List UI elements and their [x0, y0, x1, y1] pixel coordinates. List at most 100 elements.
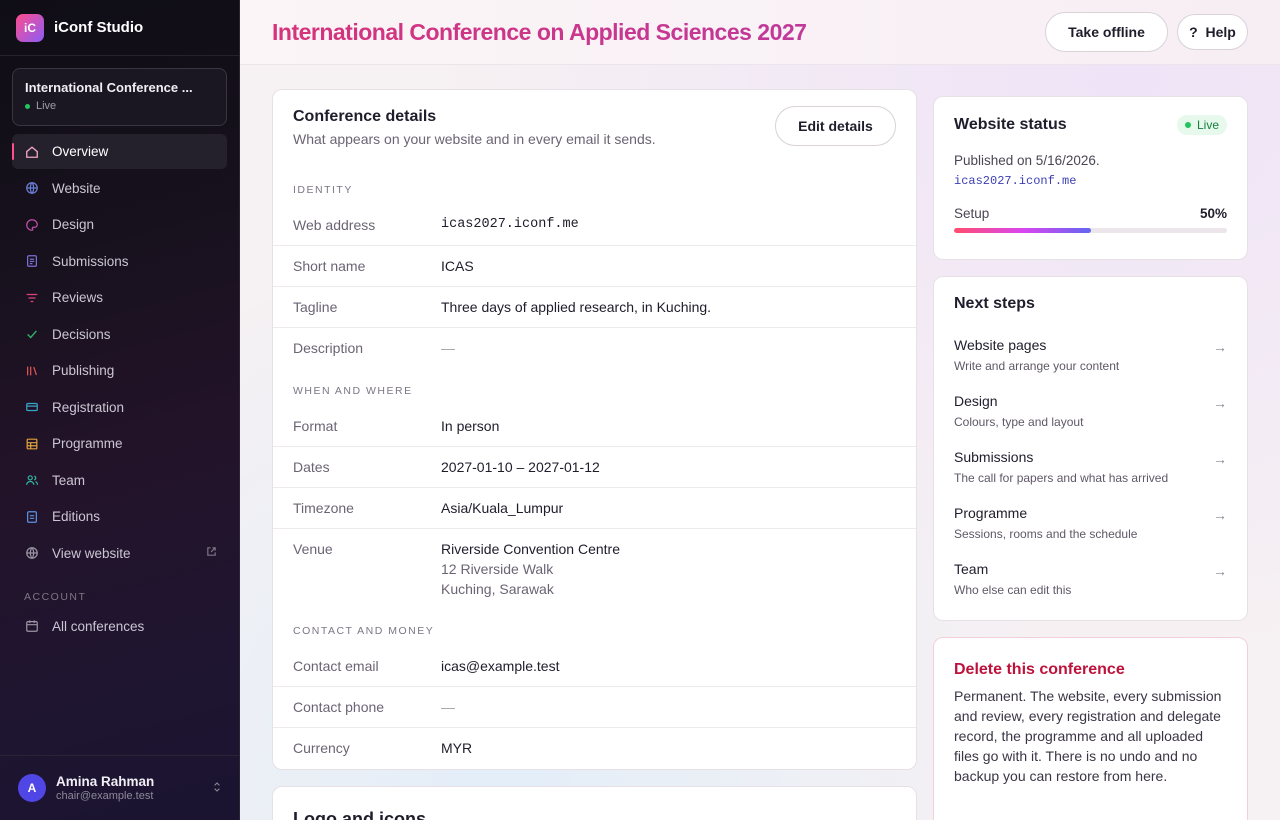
- sidebar-item-registration[interactable]: Registration: [12, 390, 227, 425]
- detail-row-timezone: Timezone Asia/Kuala_Lumpur: [273, 488, 916, 529]
- published-date: Published on 5/16/2026.: [954, 153, 1100, 168]
- website-url-link[interactable]: icas2027.iconf.me: [954, 174, 1227, 188]
- globe-icon: [24, 545, 40, 561]
- live-dot-icon: [1184, 122, 1191, 128]
- setup-label: Setup: [954, 206, 990, 221]
- sidebar-item-publishing[interactable]: Publishing: [12, 353, 227, 388]
- next-step-website-pages[interactable]: Website pages Write and arrange your con…: [954, 337, 1227, 373]
- filter-icon: [24, 290, 40, 306]
- next-steps-title: Next steps: [954, 295, 1035, 312]
- row-label: Format: [293, 418, 338, 434]
- sidebar-item-label: Design: [52, 217, 95, 232]
- step-title: Website pages: [954, 337, 1047, 353]
- file-icon: [24, 509, 40, 525]
- step-subtitle: The call for papers and what has arrived: [954, 471, 1169, 485]
- globe-icon: [24, 180, 40, 196]
- next-step-programme[interactable]: Programme Sessions, rooms and the schedu…: [954, 505, 1227, 541]
- sidebar-item-label: Reviews: [52, 290, 104, 305]
- details-header: Conference details What appears on your …: [273, 90, 916, 168]
- row-label: Currency: [293, 740, 350, 756]
- arrow-right-icon: →: [1213, 339, 1227, 355]
- conference-switcher[interactable]: International Conference ... Live: [12, 68, 227, 126]
- people-icon: [24, 472, 40, 488]
- help-button[interactable]: ? Help: [1177, 14, 1248, 50]
- setup-progress-fill: [954, 228, 1091, 233]
- take-offline-button[interactable]: Take offline: [1045, 12, 1168, 52]
- sidebar-item-label: All conferences: [52, 618, 145, 634]
- detail-row-currency: Currency MYR: [273, 728, 916, 769]
- sidebar-item-website[interactable]: Website: [12, 171, 227, 206]
- venue-city: Kuching, Sarawak: [441, 581, 554, 597]
- next-step-design[interactable]: Design Colours, type and layout →: [954, 393, 1227, 429]
- arrow-right-icon: →: [1213, 395, 1227, 411]
- sidebar-item-label: Editions: [52, 509, 101, 524]
- brand[interactable]: iC iConf Studio: [0, 0, 239, 56]
- next-step-submissions[interactable]: Submissions The call for papers and what…: [954, 449, 1227, 485]
- group-label-when-where: WHEN AND WHERE: [293, 385, 413, 397]
- sidebar-item-team[interactable]: Team: [12, 463, 227, 498]
- sidebar-item-programme[interactable]: Programme: [12, 426, 227, 461]
- row-label: Description: [293, 340, 364, 356]
- account-section-label: ACCOUNT: [24, 590, 87, 603]
- sidebar-item-label: Programme: [52, 436, 123, 451]
- sidebar-item-editions[interactable]: Editions: [12, 499, 227, 534]
- help-icon: ?: [1189, 24, 1198, 40]
- external-link-icon: [206, 546, 217, 560]
- sidebar-item-label: Submissions: [52, 253, 129, 269]
- next-step-team[interactable]: Team Who else can edit this →: [954, 561, 1227, 597]
- setup-progress-bar: [954, 228, 1227, 233]
- sidebar-item-label: Publishing: [52, 363, 115, 378]
- sidebar-item-design[interactable]: Design: [12, 207, 227, 242]
- sidebar-item-all-conferences[interactable]: All conferences: [12, 609, 227, 644]
- row-value: Asia/Kuala_Lumpur: [441, 500, 564, 516]
- sidebar-item-reviews[interactable]: Reviews: [12, 280, 227, 315]
- logo-icons-card: Logo and icons: [272, 786, 917, 820]
- avatar: A: [18, 774, 46, 802]
- website-status-card: Website status Live Published on 5/16/20…: [933, 96, 1248, 260]
- live-dot-icon: [25, 103, 30, 109]
- status-badge-text: Live: [1196, 118, 1219, 132]
- row-value: 2027-01-10 – 2027-01-12: [441, 459, 600, 475]
- ticket-icon: [24, 399, 40, 415]
- user-info: Amina Rahman chair@example.test: [56, 774, 154, 802]
- help-label: Help: [1205, 24, 1236, 40]
- detail-row-description: Description —: [273, 328, 916, 369]
- user-email: chair@example.test: [56, 790, 154, 802]
- arrow-right-icon: →: [1213, 563, 1227, 579]
- check-icon: [24, 326, 40, 342]
- user-menu[interactable]: A Amina Rahman chair@example.test: [0, 755, 239, 820]
- row-label: Contact phone: [293, 699, 385, 715]
- edit-details-button[interactable]: Edit details: [775, 106, 896, 146]
- venue-name: Riverside Convention Centre: [441, 541, 620, 557]
- user-name: Amina Rahman: [56, 774, 155, 789]
- app-logo: iC: [16, 13, 44, 42]
- palette-icon: [24, 217, 40, 233]
- status-badge: Live: [1176, 115, 1227, 135]
- detail-row-contact-email: Contact email icas@example.test: [273, 646, 916, 687]
- sidebar-nav: Overview Website Design Submissions Revi…: [0, 134, 239, 571]
- row-value: icas2027.iconf.me: [441, 217, 579, 232]
- step-title: Design: [954, 393, 998, 409]
- venue-street: 12 Riverside Walk: [441, 561, 554, 577]
- venue-address: Riverside Convention Centre 12 Riverside…: [441, 541, 620, 597]
- sidebar-item-label: Registration: [52, 399, 125, 415]
- step-subtitle: Write and arrange your content: [954, 359, 1120, 373]
- setup-progress-row: Setup 50%: [954, 206, 1227, 221]
- group-label-identity: IDENTITY: [293, 184, 353, 196]
- conference-switcher-title: International Conference ...: [25, 80, 193, 95]
- sidebar-item-overview[interactable]: Overview: [12, 134, 227, 169]
- row-label: Short name: [293, 258, 366, 274]
- logo-card-title: Logo and icons: [293, 809, 426, 820]
- sidebar-item-decisions[interactable]: Decisions: [12, 317, 227, 352]
- row-label: Tagline: [293, 299, 338, 315]
- row-label: Contact email: [293, 658, 379, 674]
- sidebar-item-submissions[interactable]: Submissions: [12, 244, 227, 279]
- step-subtitle: Who else can edit this: [954, 583, 1072, 597]
- step-subtitle: Sessions, rooms and the schedule: [954, 527, 1138, 541]
- arrow-right-icon: →: [1213, 451, 1227, 467]
- books-icon: [24, 363, 40, 379]
- main-content: International Conference on Applied Scie…: [240, 0, 1280, 820]
- sidebar-item-view-website[interactable]: View website: [12, 536, 227, 571]
- step-title: Submissions: [954, 449, 1034, 465]
- delete-title: Delete this conference: [954, 661, 1125, 678]
